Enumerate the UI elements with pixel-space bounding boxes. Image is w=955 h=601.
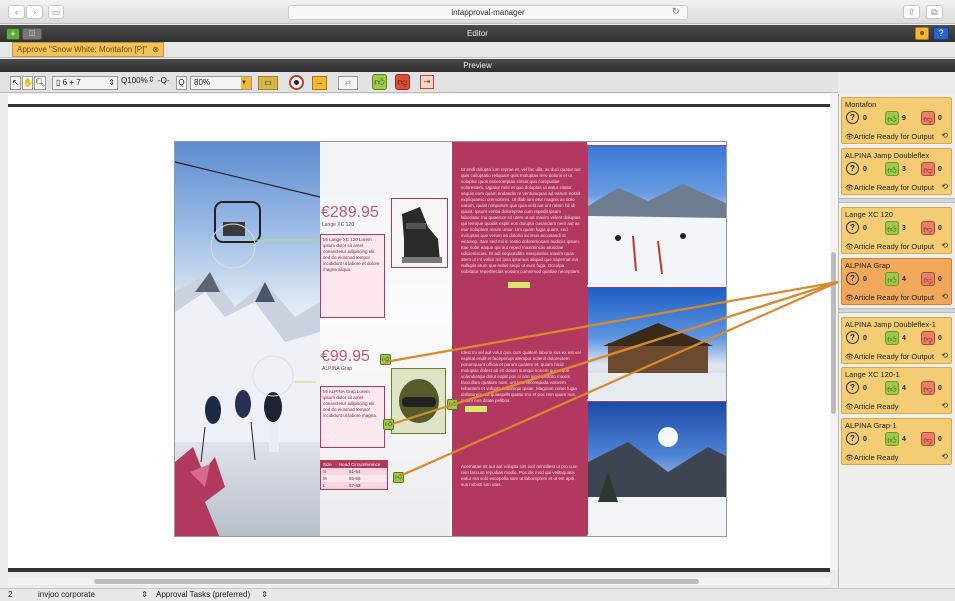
status-bar: 2 invjoo corporate ⇕ Approval Tasks (pref… [0, 588, 955, 601]
refresh-icon[interactable]: ⟲ [941, 401, 948, 410]
workspace-select-value: invjoo corporate [38, 590, 95, 599]
card-status-text: Article Ready [853, 453, 899, 462]
approval-card[interactable]: ALPINA Grap-1 ? 0 👍︎ 4 👎︎ 0 👁︎Article Ready… [841, 418, 952, 465]
thumbs-down-icon[interactable]: 👎︎ [921, 221, 935, 235]
card-title: ALPINA Grap-1 [845, 421, 897, 430]
thumbs-down-icon[interactable]: 👎︎ [921, 272, 935, 286]
reject-count: 0 [938, 276, 942, 283]
thumbs-down-icon[interactable]: 👎︎ [921, 331, 935, 345]
question-count: 0 [863, 225, 867, 232]
approval-sidebar: Montafon ? 0 👍︎ 9 👎︎ 0 👁︎Article Ready for … [838, 94, 955, 588]
approval-card[interactable]: ALPINA Jamp Doubleflex ? 0 👍︎ 3 👎︎ 0 👁︎Arti… [841, 148, 952, 195]
approve-count: 3 [902, 225, 906, 232]
thumbs-down-icon[interactable]: 👎︎ [921, 162, 935, 176]
thumbs-down-icon[interactable]: 👎︎ [921, 111, 935, 125]
refresh-icon[interactable]: ⟲ [941, 292, 948, 301]
eye-icon: 👁︎ [845, 455, 854, 462]
reject-count: 0 [938, 225, 942, 232]
card-title: Lange XC 120-1 [845, 370, 900, 379]
card-status-text: Article Ready [853, 402, 899, 411]
refresh-icon[interactable]: ⟲ [941, 182, 948, 191]
workspace-select[interactable]: invjoo corporate ⇕ [38, 589, 148, 601]
card-title: Montafon [845, 100, 877, 109]
refresh-icon[interactable]: ⟲ [941, 131, 948, 140]
card-status: 👁︎Article Ready for Output [845, 132, 934, 141]
reject-count: 0 [938, 385, 942, 392]
panel-separator [839, 308, 955, 313]
eye-icon: 👁︎ [845, 244, 854, 251]
approve-count: 3 [902, 166, 906, 173]
card-status-text: Article Ready for Output [853, 242, 934, 251]
approval-card[interactable]: Montafon ? 0 👍︎ 9 👎︎ 0 👁︎Article Ready for … [841, 97, 952, 144]
thumbs-up-icon[interactable]: 👍︎ [885, 162, 899, 176]
question-icon[interactable]: ? [846, 221, 859, 234]
question-icon[interactable]: ? [846, 331, 859, 344]
approve-count: 4 [902, 276, 906, 283]
approval-card[interactable]: Lange XC 120-1 ? 0 👍︎ 4 👎︎ 0 👁︎Article Read… [841, 367, 952, 414]
annotation-connectors [245, 239, 839, 478]
question-count: 0 [863, 276, 867, 283]
select-arrows-icon: ⇕ [141, 590, 148, 599]
question-icon[interactable]: ? [846, 162, 859, 175]
select-arrows-icon: ⇕ [261, 590, 268, 599]
reject-count: 0 [938, 115, 942, 122]
reject-count: 0 [938, 436, 942, 443]
question-icon[interactable]: ? [846, 272, 859, 285]
card-status-text: Article Ready for Output [853, 293, 934, 302]
panel-separator [839, 198, 955, 203]
card-title: ALPINA Grap [845, 261, 891, 270]
card-status-text: Article Ready for Output [853, 183, 934, 192]
card-title: ALPINA Jamp Doubleflex-1 [845, 320, 936, 329]
thumbs-down-icon[interactable]: 👎︎ [921, 381, 935, 395]
card-status-text: Article Ready for Output [853, 352, 934, 361]
thumbs-down-icon[interactable]: 👎︎ [921, 432, 935, 446]
approval-card[interactable]: Lange XC 120 ? 0 👍︎ 3 👎︎ 0 👁︎Article Ready … [841, 207, 952, 254]
reject-count: 0 [938, 335, 942, 342]
question-count: 0 [863, 335, 867, 342]
reject-count: 0 [938, 166, 942, 173]
question-icon[interactable]: ? [846, 381, 859, 394]
thumbs-up-icon[interactable]: 👍︎ [885, 432, 899, 446]
card-title: Lange XC 120 [845, 210, 893, 219]
page-number: 2 [8, 590, 13, 599]
approval-card[interactable]: ALPINA Jamp Doubleflex-1 ? 0 👍︎ 4 👎︎ 0 👁︎Ar… [841, 317, 952, 364]
eye-icon: 👁︎ [845, 134, 854, 141]
approve-count: 4 [902, 385, 906, 392]
thumbs-up-icon[interactable]: 👍︎ [885, 111, 899, 125]
refresh-icon[interactable]: ⟲ [941, 351, 948, 360]
card-status: 👁︎Article Ready [845, 453, 899, 462]
thumbs-up-icon[interactable]: 👍︎ [885, 221, 899, 235]
approval-card-selected[interactable]: ALPINA Grap ? 0 👍︎ 4 👎︎ 0 👁︎Article Ready f… [841, 258, 952, 305]
refresh-icon[interactable]: ⟲ [941, 452, 948, 461]
card-status-text: Article Ready for Output [853, 132, 934, 141]
card-title: ALPINA Jamp Doubleflex [845, 151, 930, 160]
eye-icon: 👁︎ [845, 404, 854, 411]
approve-count: 4 [902, 335, 906, 342]
approve-count: 4 [902, 436, 906, 443]
card-status: 👁︎Article Ready for Output [845, 293, 934, 302]
tasks-select-value: Approval Tasks (preferred) [156, 590, 251, 599]
question-count: 0 [863, 115, 867, 122]
card-status: 👁︎Article Ready for Output [845, 242, 934, 251]
question-count: 0 [863, 436, 867, 443]
eye-icon: 👁︎ [845, 295, 854, 302]
thumbs-up-icon[interactable]: 👍︎ [885, 331, 899, 345]
refresh-icon[interactable]: ⟲ [941, 241, 948, 250]
eye-icon: 👁︎ [845, 185, 854, 192]
approve-count: 9 [902, 115, 906, 122]
question-icon[interactable]: ? [846, 432, 859, 445]
thumbs-up-icon[interactable]: 👍︎ [885, 272, 899, 286]
question-count: 0 [863, 385, 867, 392]
eye-icon: 👁︎ [845, 354, 854, 361]
question-icon[interactable]: ? [846, 111, 859, 124]
question-count: 0 [863, 166, 867, 173]
card-status: 👁︎Article Ready for Output [845, 352, 934, 361]
thumbs-up-icon[interactable]: 👍︎ [885, 381, 899, 395]
card-status: 👁︎Article Ready for Output [845, 183, 934, 192]
tasks-select[interactable]: Approval Tasks (preferred) ⇕ [156, 589, 268, 601]
card-status: 👁︎Article Ready [845, 402, 899, 411]
